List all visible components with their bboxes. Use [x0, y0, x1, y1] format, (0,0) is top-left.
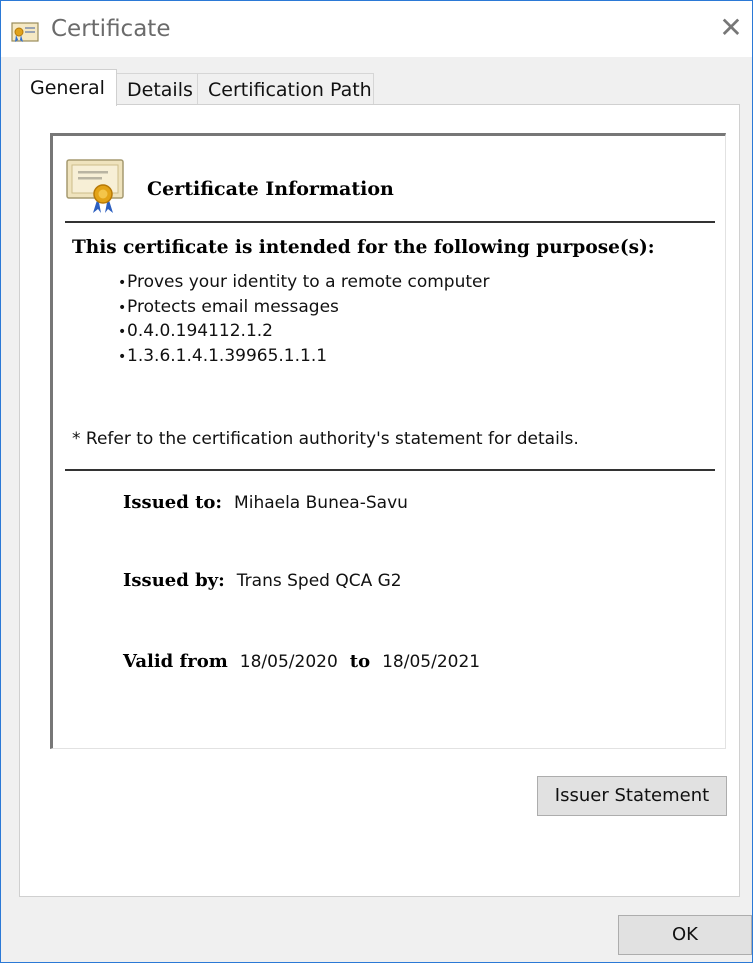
tab-certification-path[interactable]: Certification Path	[197, 73, 374, 105]
certificate-dialog: Certificate ✕ General Details Certificat…	[0, 0, 753, 963]
certificate-information-title: Certificate Information	[147, 178, 394, 200]
valid-to-label: to	[349, 651, 371, 672]
issued-by-label: Issued by:	[123, 570, 225, 591]
divider	[65, 469, 715, 471]
purpose-heading: This certificate is intended for the fol…	[72, 237, 655, 258]
purpose-text: 0.4.0.194112.1.2	[127, 321, 273, 341]
issued-to-label: Issued to:	[123, 492, 223, 513]
certificate-ribbon-icon	[66, 159, 124, 213]
list-item: •Proves your identity to a remote comput…	[118, 272, 490, 292]
purpose-list: •Proves your identity to a remote comput…	[118, 270, 490, 368]
issuer-statement-button[interactable]: Issuer Statement	[537, 776, 727, 816]
purpose-text: Proves your identity to a remote compute…	[127, 272, 490, 292]
purpose-text: Protects email messages	[127, 296, 339, 317]
window-title: Certificate	[51, 16, 171, 42]
close-button[interactable]: ✕	[716, 13, 746, 43]
ok-button[interactable]: OK	[618, 915, 752, 955]
divider	[65, 221, 715, 223]
issued-by-value: Trans Sped QCA G2	[236, 571, 402, 591]
issued-by-row: Issued by: Trans Sped QCA G2	[123, 570, 402, 591]
valid-from-value: 18/05/2020	[239, 652, 338, 672]
valid-to-value: 18/05/2021	[382, 652, 481, 672]
title-bar: Certificate ✕	[1, 1, 752, 57]
issued-to-value: Mihaela Bunea-Savu	[234, 493, 408, 513]
purpose-text: 1.3.6.1.4.1.39965.1.1.1	[127, 345, 328, 366]
authority-statement-note: * Refer to the certification authority's…	[72, 429, 579, 449]
certificate-info-box: Certificate Information This certificate…	[50, 133, 726, 749]
valid-from-label: Valid from	[123, 651, 228, 672]
issued-to-row: Issued to: Mihaela Bunea-Savu	[123, 492, 408, 513]
list-item: •0.4.0.194112.1.2	[118, 321, 273, 341]
list-item: •Protects email messages	[118, 296, 339, 317]
certificate-icon	[11, 22, 39, 42]
validity-row: Valid from 18/05/2020 to 18/05/2021	[123, 651, 480, 672]
close-icon: ✕	[719, 11, 743, 44]
tab-details[interactable]: Details	[116, 73, 198, 105]
tab-general[interactable]: General	[19, 69, 117, 106]
list-item: •1.3.6.1.4.1.39965.1.1.1	[118, 345, 328, 366]
general-tab-panel: Certificate Information This certificate…	[19, 104, 740, 897]
